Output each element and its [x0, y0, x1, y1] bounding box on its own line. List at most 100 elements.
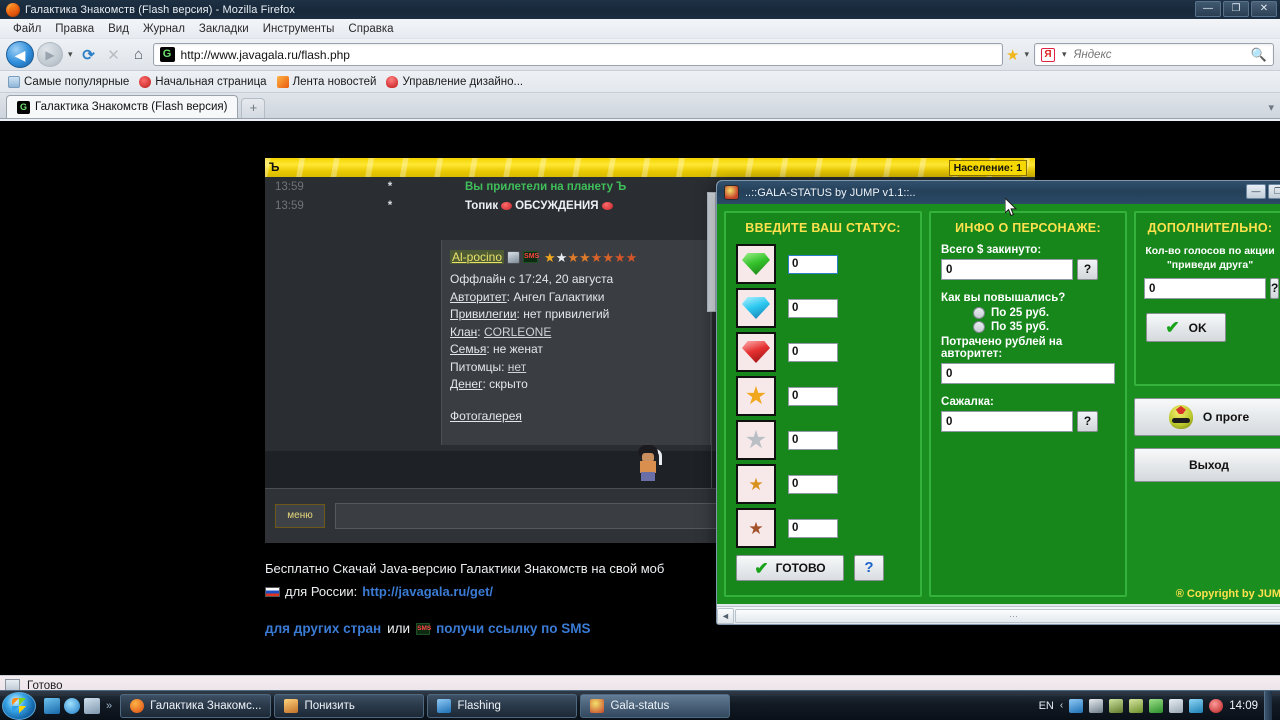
- nav-dropdown-icon[interactable]: ▾: [66, 49, 75, 60]
- silver-star-input[interactable]: [788, 430, 838, 450]
- show-desktop-button[interactable]: [1264, 690, 1272, 720]
- dialog-left-scrollbar[interactable]: [707, 192, 716, 312]
- minimize-button[interactable]: —: [1195, 1, 1221, 17]
- game-menu-button[interactable]: меню: [275, 504, 325, 528]
- status-row-blue-gem: [736, 288, 910, 328]
- radio-option-35[interactable]: По 35 руб.: [973, 321, 1115, 333]
- search-bar[interactable]: Я ▾ 🔍: [1034, 43, 1274, 66]
- webcam-icon[interactable]: [1109, 698, 1124, 713]
- menu-item-history[interactable]: Журнал: [136, 21, 192, 37]
- small-bronze-star-input[interactable]: [788, 518, 838, 538]
- taskbar-item-firefox[interactable]: Галактика Знакомс...: [120, 693, 272, 718]
- start-button[interactable]: [2, 691, 36, 720]
- search-icon[interactable]: 🔍: [1251, 47, 1267, 63]
- total-invested-help-button[interactable]: ?: [1077, 259, 1098, 280]
- gala-status-app-icon: [724, 185, 739, 200]
- promo-other-countries-link[interactable]: для других стран: [265, 621, 381, 636]
- red-gem-input[interactable]: [788, 342, 838, 362]
- battery-icon[interactable]: [1169, 698, 1184, 713]
- bookmark-news-feed[interactable]: Лента новостей: [276, 75, 376, 88]
- dialog-minimize-button[interactable]: —: [1246, 184, 1266, 199]
- tab-list-arrow-icon[interactable]: ▾: [1268, 101, 1274, 114]
- bookmark-home-page[interactable]: Начальная страница: [139, 75, 267, 88]
- ok-button[interactable]: ✔ OK: [1146, 313, 1226, 342]
- new-tab-button[interactable]: +: [241, 98, 266, 118]
- tray-expand-icon[interactable]: ‹: [1060, 700, 1063, 711]
- taskbar-item-flashing[interactable]: Flashing: [427, 693, 578, 718]
- exit-button[interactable]: Выход: [1134, 448, 1280, 482]
- status-icon-rows: ★ ★ ★ ★: [736, 244, 910, 548]
- radio-button-icon[interactable]: [973, 321, 985, 333]
- kaspersky-icon[interactable]: [1089, 698, 1104, 713]
- taskbar-clock[interactable]: 14:09: [1229, 700, 1258, 712]
- red-gem-icon: [736, 332, 776, 372]
- javagala-download-link[interactable]: http://javagala.ru/get/: [362, 584, 493, 599]
- scrollbar-thumb[interactable]: ⋯: [735, 608, 1280, 623]
- menu-item-tools[interactable]: Инструменты: [256, 21, 342, 37]
- bookmark-design-manage[interactable]: Управление дизайно...: [386, 75, 523, 88]
- radio-button-icon[interactable]: [973, 307, 985, 319]
- refer-votes-input[interactable]: [1144, 278, 1266, 299]
- network-icon[interactable]: [1189, 698, 1204, 713]
- promo-sms-link[interactable]: получи ссылку по SMS: [436, 621, 590, 636]
- gala-status-dialog[interactable]: ..::GALA-STATUS by JUMP v1.1::.. — ❐ ВВЕ…: [716, 180, 1280, 625]
- internet-explorer-icon[interactable]: [64, 697, 80, 714]
- url-input[interactable]: [180, 47, 997, 62]
- menu-item-edit[interactable]: Правка: [48, 21, 101, 37]
- refer-help-button[interactable]: ?: [1270, 278, 1280, 299]
- spent-on-authority-input[interactable]: [941, 363, 1115, 384]
- dialog-titlebar[interactable]: ..::GALA-STATUS by JUMP v1.1::.. — ❐: [717, 181, 1280, 204]
- close-button[interactable]: ✕: [1251, 1, 1277, 17]
- forward-button-icon[interactable]: ▶: [37, 42, 63, 67]
- url-bar[interactable]: G: [152, 43, 1004, 66]
- gold-star-input[interactable]: [788, 386, 838, 406]
- language-indicator[interactable]: EN: [1039, 700, 1054, 712]
- clan-link[interactable]: CORLEONE: [484, 325, 551, 339]
- small-gold-star-input[interactable]: [788, 474, 838, 494]
- green-gem-input[interactable]: [788, 254, 838, 274]
- menu-item-bookmarks[interactable]: Закладки: [192, 21, 256, 37]
- dialog-horizontal-scrollbar[interactable]: ◄ ⋯: [717, 606, 1280, 624]
- profile-name-link[interactable]: Al-pocino: [450, 250, 505, 264]
- menu-item-view[interactable]: Вид: [101, 21, 136, 37]
- search-input[interactable]: [1073, 48, 1246, 61]
- contacts-icon[interactable]: [1069, 698, 1084, 713]
- bookmark-star-icon[interactable]: ★: [1006, 46, 1019, 64]
- blue-gem-input[interactable]: [788, 298, 838, 318]
- bookmark-dropdown-icon[interactable]: ▾: [1022, 49, 1031, 60]
- media-player-icon[interactable]: [44, 697, 60, 714]
- total-invested-input[interactable]: [941, 259, 1073, 280]
- show-desktop-icon[interactable]: [84, 697, 100, 714]
- scroll-left-arrow-icon[interactable]: ◄: [717, 607, 734, 624]
- quick-launch-bar: »: [39, 697, 117, 714]
- pets-link[interactable]: нет: [508, 360, 526, 374]
- menu-item-help[interactable]: Справка: [341, 21, 400, 37]
- tab-gala[interactable]: G Галактика Знакомств (Flash версия): [6, 95, 239, 118]
- search-engine-dropdown-icon[interactable]: ▾: [1060, 49, 1069, 60]
- bookmark-most-popular[interactable]: Самые популярные: [8, 75, 129, 88]
- back-button-icon[interactable]: ◀: [6, 41, 34, 68]
- planter-label: Сажалка:: [941, 396, 994, 408]
- dialog-maximize-button[interactable]: ❐: [1268, 184, 1280, 199]
- player-avatar-sprite[interactable]: [635, 445, 662, 487]
- done-button[interactable]: ✔ ГОТОВО: [736, 555, 844, 581]
- planter-input[interactable]: [941, 411, 1073, 432]
- quick-launch-overflow-icon[interactable]: »: [106, 700, 112, 712]
- taskbar-item-gala-status[interactable]: Gala-status: [580, 693, 731, 718]
- reload-icon[interactable]: ⟳: [78, 44, 100, 66]
- maximize-button[interactable]: ❐: [1223, 1, 1249, 17]
- planter-help-button[interactable]: ?: [1077, 411, 1098, 432]
- about-program-button[interactable]: О проге: [1134, 398, 1280, 436]
- photo-gallery-link[interactable]: Фотогалерея: [450, 409, 710, 423]
- home-icon[interactable]: ⌂: [128, 44, 150, 66]
- status-help-button[interactable]: ?: [854, 555, 884, 581]
- menu-item-file[interactable]: Файл: [6, 21, 48, 37]
- update-icon[interactable]: [1149, 698, 1164, 713]
- radio-option-25[interactable]: По 25 руб.: [973, 307, 1115, 319]
- volume-icon[interactable]: [1209, 698, 1224, 713]
- monitor-icon[interactable]: [1129, 698, 1144, 713]
- stop-icon[interactable]: ✕: [103, 44, 125, 66]
- yandex-engine-icon[interactable]: Я: [1041, 47, 1055, 62]
- taskbar-item-ponizit[interactable]: Понизить: [274, 693, 425, 718]
- ok-button-label: OK: [1188, 320, 1207, 335]
